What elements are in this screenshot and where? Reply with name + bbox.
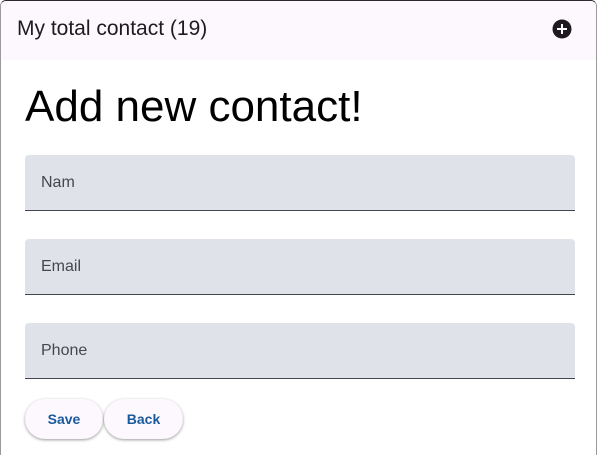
app-bar: My total contact (19) [1,1,596,60]
name-input[interactable] [25,155,575,210]
email-input[interactable] [25,239,575,294]
phone-input[interactable] [25,323,575,378]
save-button[interactable]: Save [25,399,103,439]
add-circle-icon [552,19,572,39]
page-title: Add new contact! [25,82,363,131]
email-field[interactable] [25,239,575,295]
app-window: My total contact (19) Add new contact! S… [0,0,597,455]
name-field[interactable] [25,155,575,211]
contact-count-title: My total contact (19) [17,17,208,40]
back-button[interactable]: Back [104,399,183,439]
phone-field[interactable] [25,323,575,379]
add-contact-button[interactable] [552,19,572,39]
